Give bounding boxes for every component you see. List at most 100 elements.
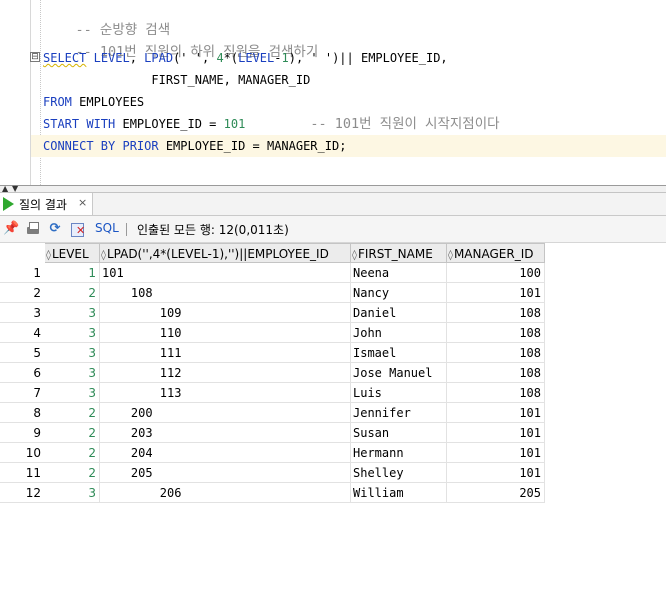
column-header-lpad[interactable]: ◊LPAD('',4*(LEVEL-1),'')||EMPLOYEE_ID <box>100 243 351 263</box>
first-name-cell[interactable]: Neena <box>351 263 447 283</box>
collapse-down-icon[interactable]: ▼ <box>12 185 18 193</box>
level-cell[interactable]: 3 <box>45 363 100 383</box>
pane-splitter[interactable]: ▲ ▼ <box>0 185 666 193</box>
row-number-header <box>0 243 45 263</box>
tab-query-result[interactable]: 질의 결과 × <box>0 193 93 215</box>
keyword-level: LEVEL <box>238 51 275 65</box>
gutter-divider <box>30 0 31 185</box>
lpad-employee-id-cell[interactable]: 101 <box>100 263 351 283</box>
row-number-cell: 8 <box>0 403 45 423</box>
first-name-cell[interactable]: Jose Manuel <box>351 363 447 383</box>
table-row[interactable]: 11 2 205 Shelley 101 <box>0 463 545 483</box>
lpad-employee-id-cell[interactable]: 203 <box>100 423 351 443</box>
lpad-employee-id-cell[interactable]: 113 <box>100 383 351 403</box>
level-cell[interactable]: 3 <box>45 303 100 323</box>
print-icon[interactable] <box>25 221 41 237</box>
first-name-cell[interactable]: Nancy <box>351 283 447 303</box>
code-fragment: EMPLOYEE_ID = MANAGER_ID; <box>158 139 347 153</box>
lpad-employee-id-cell[interactable]: 110 <box>100 323 351 343</box>
first-name-cell[interactable]: Luis <box>351 383 447 403</box>
first-name-cell[interactable]: Jennifer <box>351 403 447 423</box>
column-header-level[interactable]: ◊LEVEL <box>45 243 100 263</box>
results-tab-strip: 질의 결과 × <box>0 193 666 216</box>
manager-id-cell[interactable]: 101 <box>447 283 545 303</box>
close-icon[interactable]: × <box>78 196 87 209</box>
lpad-employee-id-cell[interactable]: 205 <box>100 463 351 483</box>
manager-id-cell[interactable]: 108 <box>447 323 545 343</box>
table-row[interactable]: 10 2 204 Hermann 101 <box>0 443 545 463</box>
code-line-3: SELECT LEVEL, LPAD(' ', 4*(LEVEL-1), ' '… <box>43 51 448 65</box>
clear-results-icon[interactable] <box>70 221 86 237</box>
sql-button[interactable]: SQL <box>95 221 119 235</box>
level-cell[interactable]: 3 <box>45 483 100 503</box>
keyword-select: SELECT <box>43 51 87 65</box>
level-cell[interactable]: 2 <box>45 463 100 483</box>
lpad-employee-id-cell[interactable]: 204 <box>100 443 351 463</box>
table-row[interactable]: 12 3 206 William 205 <box>0 483 545 503</box>
row-number-cell: 5 <box>0 343 45 363</box>
keyword-start-with: START WITH <box>43 117 116 131</box>
row-number-cell: 3 <box>0 303 45 323</box>
manager-id-cell[interactable]: 108 <box>447 343 545 363</box>
level-cell[interactable]: 3 <box>45 383 100 403</box>
level-cell[interactable]: 2 <box>45 403 100 423</box>
manager-id-cell[interactable]: 101 <box>447 463 545 483</box>
first-name-cell[interactable]: Ismael <box>351 343 447 363</box>
level-cell[interactable]: 3 <box>45 323 100 343</box>
table-row[interactable]: 43 110 John 108 <box>0 323 545 343</box>
table-row[interactable]: 82 200 Jennifer 101 <box>0 403 545 423</box>
manager-id-cell[interactable]: 101 <box>447 403 545 423</box>
table-row[interactable]: 63 112 Jose Manuel 108 <box>0 363 545 383</box>
first-name-cell[interactable]: Hermann <box>351 443 447 463</box>
first-name-cell[interactable]: Susan <box>351 423 447 443</box>
manager-id-cell[interactable]: 100 <box>447 263 545 283</box>
column-header-first-name[interactable]: ◊FIRST_NAME <box>351 243 447 263</box>
manager-id-cell[interactable]: 108 <box>447 363 545 383</box>
manager-id-cell[interactable]: 101 <box>447 443 545 463</box>
collapse-up-icon[interactable]: ▲ <box>2 185 8 193</box>
table-row[interactable]: 1 1 101 Neena 100 <box>0 263 545 283</box>
manager-id-cell[interactable]: 101 <box>447 423 545 443</box>
first-name-cell[interactable]: Daniel <box>351 303 447 323</box>
indent-guide <box>40 0 41 185</box>
table-row[interactable]: 22 108 Nancy 101 <box>0 283 545 303</box>
row-number-cell: 2 <box>0 283 45 303</box>
manager-id-cell[interactable]: 205 <box>447 483 545 503</box>
lpad-employee-id-cell[interactable]: 111 <box>100 343 351 363</box>
column-header-manager-id[interactable]: ◊MANAGER_ID <box>447 243 545 263</box>
tab-label: 질의 결과 <box>19 198 67 212</box>
number-literal: 4 <box>216 51 224 65</box>
level-cell[interactable]: 2 <box>45 423 100 443</box>
comment-text: -- 101번 직원이 시작지점이다 <box>245 116 500 132</box>
lpad-employee-id-cell[interactable]: 200 <box>100 403 351 423</box>
lpad-employee-id-cell[interactable]: 112 <box>100 363 351 383</box>
level-cell[interactable]: 2 <box>45 283 100 303</box>
keyword-connect-by-prior: CONNECT BY PRIOR <box>43 139 159 153</box>
first-name-cell[interactable]: Shelley <box>351 463 447 483</box>
table-row[interactable]: 33 109 Daniel 108 <box>0 303 545 323</box>
fold-toggle-icon[interactable]: ⊟ <box>30 52 40 62</box>
number-literal: 101 <box>223 117 246 131</box>
lpad-employee-id-cell[interactable]: 206 <box>100 483 351 503</box>
table-row[interactable]: 53 111 Ismael 108 <box>0 343 545 363</box>
lpad-employee-id-cell[interactable]: 108 <box>100 283 351 303</box>
manager-id-cell[interactable]: 108 <box>447 303 545 323</box>
row-number-cell: 12 <box>0 483 45 503</box>
lpad-employee-id-cell[interactable]: 109 <box>100 303 351 323</box>
results-toolbar: 📌 ⟳ SQL 인출된 모든 행: 12(0,011초) <box>0 216 666 243</box>
level-cell[interactable]: 1 <box>45 263 100 283</box>
level-cell[interactable]: 3 <box>45 343 100 363</box>
sql-worksheet-editor[interactable]: ⊟ -- 순방향 검색 -- 101번 직원의 하위 직원을 검색하기 SELE… <box>0 0 666 185</box>
level-cell[interactable]: 2 <box>45 443 100 463</box>
table-row[interactable]: 92 203 Susan 101 <box>0 423 545 443</box>
run-icon <box>3 197 14 211</box>
manager-id-cell[interactable]: 108 <box>447 383 545 403</box>
first-name-cell[interactable]: John <box>351 323 447 343</box>
row-number-cell: 6 <box>0 363 45 383</box>
refresh-icon[interactable]: ⟳ <box>47 221 63 237</box>
fetch-status-text: 인출된 모든 행: 12(0,011초) <box>137 223 289 237</box>
number-literal: 1 <box>281 51 289 65</box>
pin-icon[interactable]: 📌 <box>3 221 19 237</box>
table-row[interactable]: 73 113 Luis 108 <box>0 383 545 403</box>
first-name-cell[interactable]: William <box>351 483 447 503</box>
